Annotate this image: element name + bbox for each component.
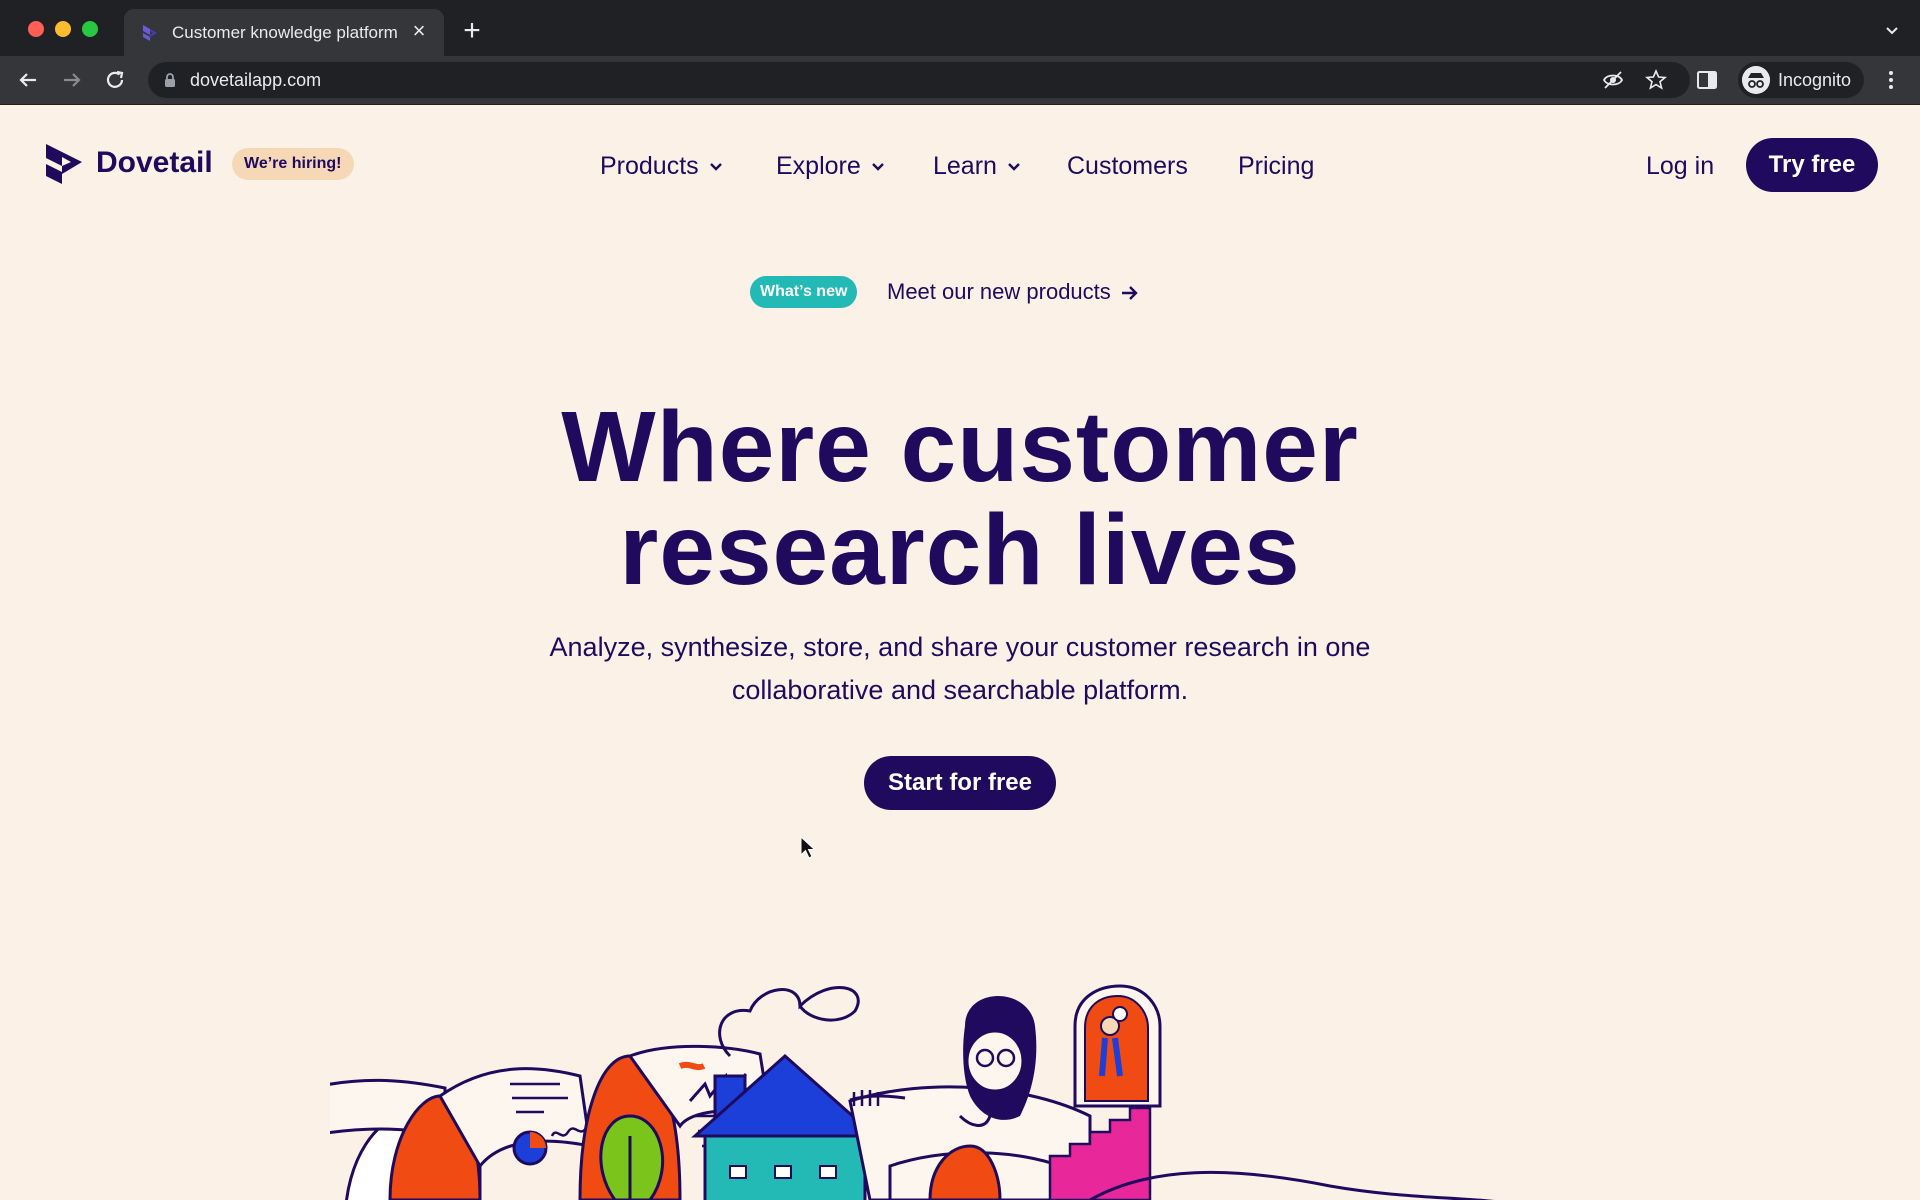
nav-item-products[interactable]: Products [600,146,723,186]
nav-label-learn: Learn [933,152,997,180]
dovetail-favicon-icon [143,25,157,41]
tab-search-chevron-icon[interactable] [1882,20,1902,40]
incognito-label: Incognito [1778,70,1852,90]
eye-slash-icon[interactable] [1602,69,1624,91]
mouse-cursor-icon [800,836,816,859]
try-free-button[interactable]: Try free [1746,138,1878,192]
url-text[interactable]: dovetailapp.com [190,70,321,91]
tab-close-icon[interactable]: × [406,18,432,44]
incognito-icon [1742,66,1770,94]
lock-icon[interactable] [162,72,178,88]
new-products-link[interactable]: Meet our new products [887,274,1139,310]
side-panel-icon[interactable] [1696,69,1718,91]
new-products-label: Meet our new products [887,279,1111,304]
chevron-down-icon [709,163,722,172]
brand-name: Dovetail [96,146,213,179]
nav-label-products: Products [600,152,699,180]
hero-title-line-2: research lives [619,494,1301,606]
nav-item-pricing[interactable]: Pricing [1238,146,1314,186]
nav-item-learn[interactable]: Learn [933,146,1021,186]
bookmark-star-icon[interactable] [1645,69,1667,91]
login-link[interactable]: Log in [1646,146,1714,186]
window-close-button[interactable] [28,21,44,37]
hero-subtitle-line-2: collaborative and searchable platform. [731,675,1189,705]
nav-label-explore: Explore [776,152,861,180]
browser-toolbar: dovetailapp.com Incognito [0,56,1920,105]
nav-item-explore[interactable]: Explore [776,146,885,186]
browser-menu-icon[interactable] [1880,69,1902,91]
back-arrow-icon[interactable] [14,66,42,94]
dovetail-logo-icon [46,144,82,184]
browser-tab-active[interactable]: Customer knowledge platform × [124,9,444,56]
window-minimize-button[interactable] [55,21,71,37]
reload-icon[interactable] [101,66,129,94]
new-tab-button[interactable]: + [456,16,488,48]
hiring-badge[interactable]: We’re hiring! [232,148,354,180]
hero-subtitle: Analyze, synthesize, store, and share yo… [460,626,1460,712]
chevron-down-icon [1008,163,1020,172]
chevron-down-icon [871,163,884,172]
start-for-free-button[interactable]: Start for free [864,756,1056,810]
incognito-profile-button[interactable]: Incognito [1738,62,1864,98]
hero-title-line-1: Where customer [561,391,1359,503]
browser-tab-bar: Customer knowledge platform × + [0,0,1920,56]
whats-new-badge[interactable]: What’s new [750,276,858,308]
hero-subtitle-line-1: Analyze, synthesize, store, and share yo… [549,632,1371,662]
hero-title: Where customer research lives [360,396,1560,602]
nav-item-customers[interactable]: Customers [1067,146,1188,186]
window-zoom-button[interactable] [82,21,98,37]
address-bar[interactable]: dovetailapp.com [148,62,1690,98]
forward-arrow-icon[interactable] [58,66,86,94]
tab-title: Customer knowledge platform [172,23,398,42]
arrow-right-icon [1121,286,1138,301]
hero-illustration [330,984,1495,1200]
dovetail-homepage: Dovetail We’re hiring! Products Explore … [0,106,1920,1200]
